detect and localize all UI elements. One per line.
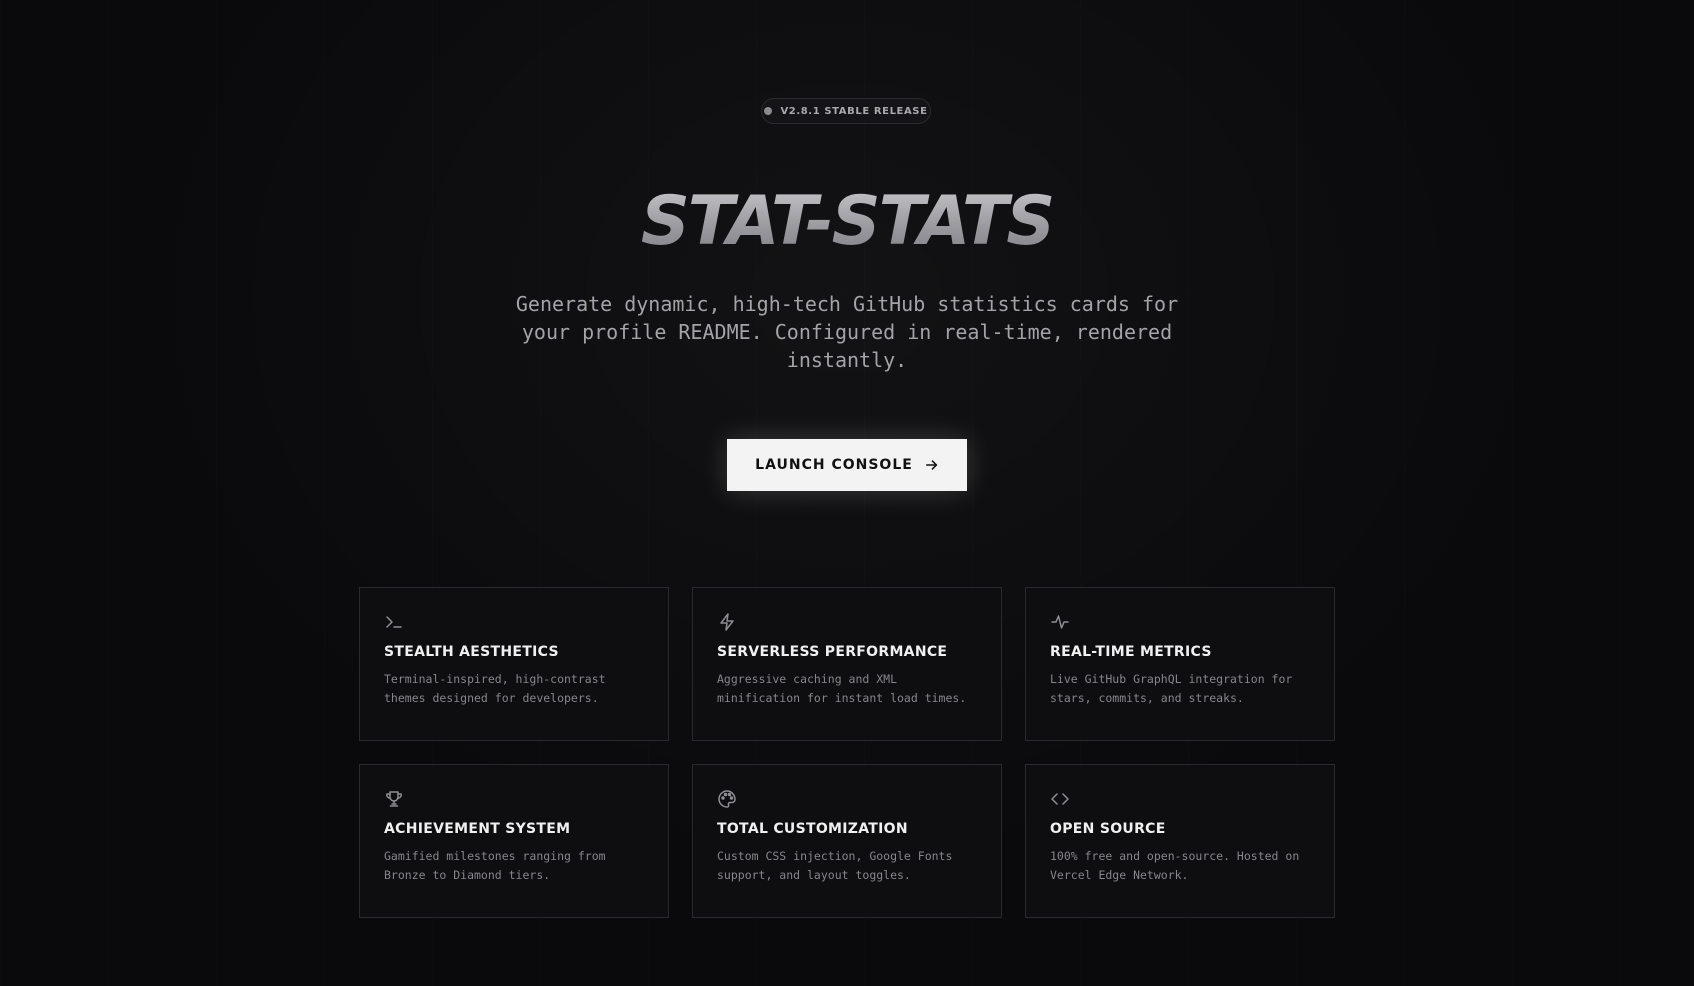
trophy-icon [386,791,402,807]
palette-icon [718,790,736,808]
feature-title: TOTAL CUSTOMIZATION [717,821,908,837]
feature-title: ACHIEVEMENT SYSTEM [384,821,571,837]
feature-description: Live GitHub GraphQL integration for star… [1050,672,1293,705]
feature-card-total-customization: TOTAL CUSTOMIZATION Custom CSS injection… [692,764,1002,918]
feature-card-real-time-metrics: REAL-TIME METRICS Live GitHub GraphQL in… [1025,587,1335,741]
release-badge: V2.8.1 STABLE RELEASE [761,98,931,124]
status-dot-icon [764,107,773,115]
feature-card-achievement-system: ACHIEVEMENT SYSTEM Gamified milestones r… [359,764,669,918]
code-icon [1051,793,1069,805]
launch-console-label: LAUNCH CONSOLE [755,457,913,473]
features-grid: STEALTH AESTHETICS Terminal-inspired, hi… [359,587,1336,918]
arrow-right-icon [925,460,937,470]
feature-card-serverless-performance: SERVERLESS PERFORMANCE Aggressive cachin… [692,587,1002,741]
feature-description: Aggressive caching and XML minification … [717,672,967,705]
feature-title: OPEN SOURCE [1050,821,1166,837]
feature-description: Custom CSS injection, Google Fonts suppo… [717,849,953,882]
hero-subtitle: Generate dynamic, high-tech GitHub stati… [515,292,1179,372]
page-title: STAT-STATS [0,182,1694,262]
feature-title: STEALTH AESTHETICS [384,644,559,660]
lightning-icon [720,613,734,631]
feature-description: 100% free and open-source. Hosted on Ver… [1050,849,1300,882]
activity-icon [1051,615,1069,629]
feature-card-open-source: OPEN SOURCE 100% free and open-source. H… [1025,764,1335,918]
feature-description: Gamified milestones ranging from Bronze … [384,849,606,882]
feature-card-stealth-aesthetics: STEALTH AESTHETICS Terminal-inspired, hi… [359,587,669,741]
terminal-icon [386,616,402,628]
feature-description: Terminal-inspired, high-contrast themes … [384,672,606,705]
launch-console-button[interactable]: LAUNCH CONSOLE [727,439,967,491]
feature-title: REAL-TIME METRICS [1050,644,1212,660]
feature-title: SERVERLESS PERFORMANCE [717,644,948,660]
release-badge-text: V2.8.1 STABLE RELEASE [780,105,928,117]
